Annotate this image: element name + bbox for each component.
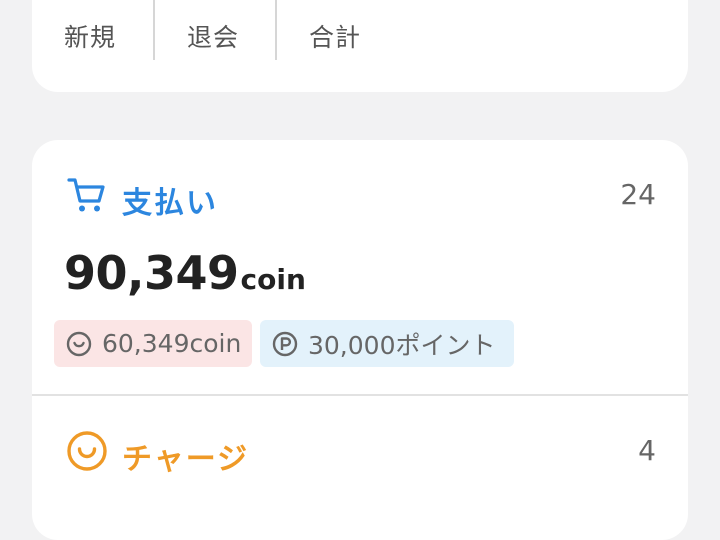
payment-amount-unit: coin xyxy=(240,263,306,296)
coin-breakdown-badge: 60,349coin xyxy=(54,320,252,367)
member-summary-card: 新規 退会 合計 xyxy=(32,0,688,92)
stat-new-label: 新規 xyxy=(64,23,117,52)
stat-withdrawn: 退会 xyxy=(155,0,275,60)
charge-coin-icon xyxy=(67,431,107,471)
payment-amount: 90,349 coin xyxy=(64,246,306,300)
coin-icon xyxy=(66,331,92,356)
section-divider xyxy=(32,394,688,396)
stat-total-label: 合計 xyxy=(309,23,362,52)
stat-total: 合計 xyxy=(277,0,397,60)
transactions-card: 支払い 24 90,349 coin 60,349coin 30,000ポイント xyxy=(32,140,688,540)
member-stats-row: 新規 退会 合計 xyxy=(32,0,397,60)
stat-withdrawn-label: 退会 xyxy=(187,23,240,52)
stat-new: 新規 xyxy=(32,0,153,60)
point-breakdown-badge: 30,000ポイント xyxy=(260,320,514,367)
payment-amount-value: 90,349 xyxy=(64,246,239,300)
payment-count: 24 xyxy=(620,178,656,211)
point-icon xyxy=(272,331,298,356)
coin-breakdown-text: 60,349coin xyxy=(102,329,242,358)
charge-title: チャージ xyxy=(122,442,250,477)
point-breakdown-text: 30,000ポイント xyxy=(308,330,496,360)
cart-icon xyxy=(67,178,105,212)
charge-count: 4 xyxy=(638,434,656,467)
payment-title: 支払い xyxy=(122,186,218,221)
